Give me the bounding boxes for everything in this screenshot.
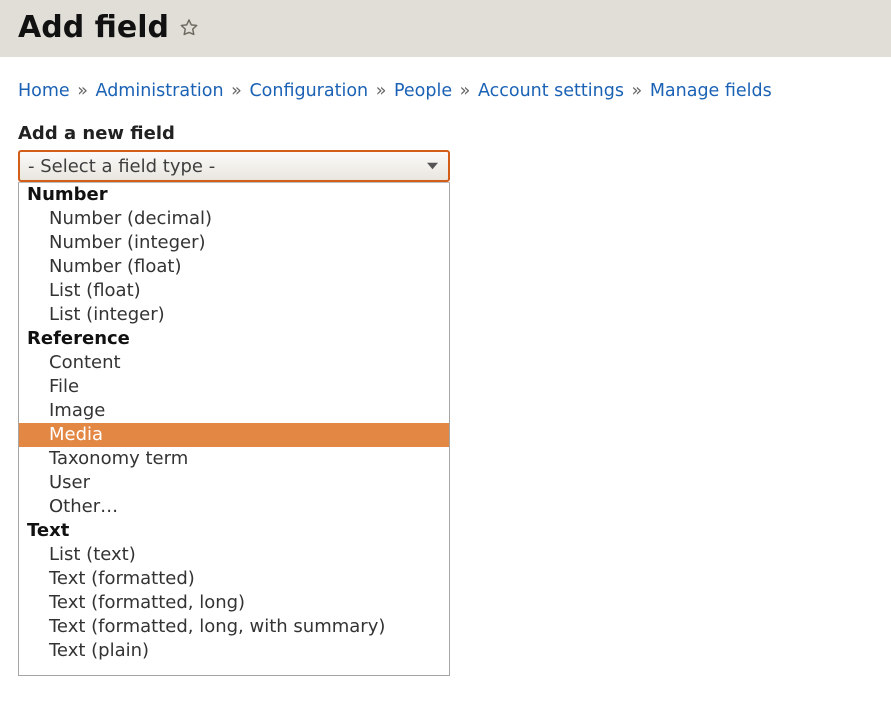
breadcrumb-link[interactable]: Manage fields	[650, 81, 772, 101]
field-type-option[interactable]: Text (formatted)	[19, 567, 449, 591]
page-header: Add field	[0, 0, 891, 57]
field-type-option[interactable]: List (text)	[19, 543, 449, 567]
breadcrumb-separator: »	[626, 81, 648, 101]
breadcrumb: Home » Administration » Configuration » …	[0, 57, 891, 123]
optgroup-label: Reference	[19, 327, 449, 351]
breadcrumb-link[interactable]: Account settings	[478, 81, 624, 101]
field-type-select-value: - Select a field type -	[28, 156, 215, 177]
add-field-form: Add a new field - Select a field type - …	[0, 123, 891, 676]
field-type-option[interactable]: Number (decimal)	[19, 207, 449, 231]
field-type-select-wrap: - Select a field type - NumberNumber (de…	[18, 150, 450, 676]
field-type-option[interactable]: Content	[19, 351, 449, 375]
field-type-option[interactable]: Text (formatted, long)	[19, 591, 449, 615]
field-type-option[interactable]: List (float)	[19, 279, 449, 303]
field-type-option[interactable]: Text (formatted, long, with summary)	[19, 615, 449, 639]
caret-down-icon	[427, 156, 438, 177]
field-type-option[interactable]: Media	[19, 423, 449, 447]
field-type-option[interactable]: Text (plain)	[19, 639, 449, 663]
optgroup-label: Number	[19, 183, 449, 207]
page-title: Add field	[18, 10, 169, 45]
breadcrumb-link[interactable]: Administration	[96, 81, 224, 101]
field-type-option[interactable]: User	[19, 471, 449, 495]
breadcrumb-link[interactable]: Configuration	[249, 81, 368, 101]
title-row: Add field	[18, 10, 873, 45]
field-type-option[interactable]: Taxonomy term	[19, 447, 449, 471]
star-outline-icon[interactable]	[177, 16, 201, 40]
field-type-option[interactable]: Number (float)	[19, 255, 449, 279]
field-type-label: Add a new field	[18, 123, 873, 144]
breadcrumb-link[interactable]: Home	[18, 81, 70, 101]
field-type-option[interactable]: Other…	[19, 495, 449, 519]
field-type-option[interactable]: Number (integer)	[19, 231, 449, 255]
breadcrumb-separator: »	[226, 81, 248, 101]
breadcrumb-separator: »	[454, 81, 476, 101]
field-type-option[interactable]: List (integer)	[19, 303, 449, 327]
breadcrumb-separator: »	[72, 81, 94, 101]
field-type-option[interactable]: Image	[19, 399, 449, 423]
field-type-select[interactable]: - Select a field type -	[18, 150, 450, 182]
optgroup-label: Text	[19, 519, 449, 543]
breadcrumb-link[interactable]: People	[394, 81, 452, 101]
breadcrumb-separator: »	[370, 81, 392, 101]
field-type-dropdown[interactable]: NumberNumber (decimal)Number (integer)Nu…	[18, 182, 450, 676]
field-type-option[interactable]: File	[19, 375, 449, 399]
